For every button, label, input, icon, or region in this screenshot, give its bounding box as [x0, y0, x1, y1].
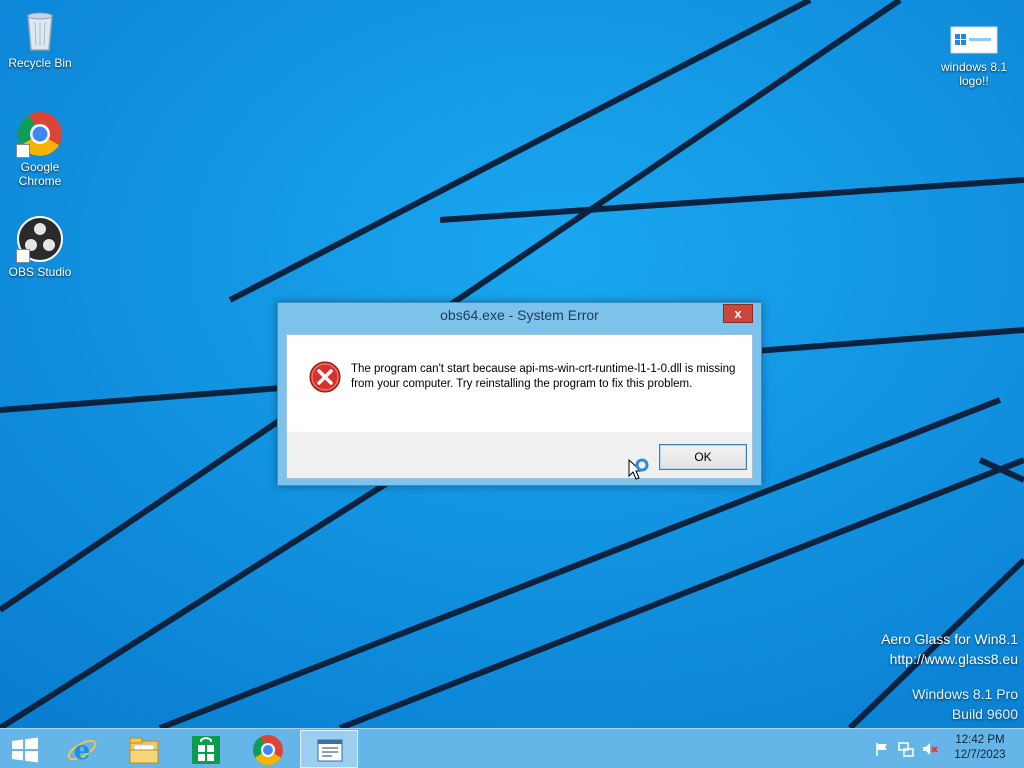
obs-icon — [16, 215, 64, 263]
desktop-icon-recycle-bin[interactable]: Recycle Bin — [0, 6, 80, 70]
desktop-icon-label: windows 8.1 logo!! — [940, 60, 1008, 88]
flag-icon[interactable] — [874, 741, 890, 757]
desktop-icon-windows-logo-image[interactable]: windows 8.1 logo!! — [934, 24, 1014, 88]
clock-time: 12:42 PM — [955, 734, 1005, 746]
chrome-icon — [252, 735, 283, 766]
volume-muted-icon[interactable] — [922, 741, 938, 757]
desktop-icon-label: Recycle Bin — [8, 56, 72, 70]
start-button[interactable] — [0, 730, 58, 768]
shortcut-arrow-icon — [16, 249, 30, 263]
error-icon — [309, 361, 341, 393]
watermark-line: Aero Glass for Win8.1 — [881, 631, 1018, 647]
taskbar-windows-store[interactable] — [176, 730, 234, 768]
image-file-icon — [950, 24, 998, 58]
taskbar-file-explorer[interactable] — [114, 730, 172, 768]
error-message: The program can't start because api-ms-w… — [351, 363, 736, 390]
os-build: Build 9600 — [951, 706, 1018, 722]
taskbar: e 12:42 PM 12/7/2023 — [0, 728, 1024, 768]
busy-cursor-icon — [628, 458, 649, 480]
network-icon[interactable] — [898, 741, 914, 757]
desktop-icon-google-chrome[interactable]: Google Chrome — [0, 110, 80, 188]
desktop-icon-label: Google Chrome — [18, 160, 62, 188]
desktop-icon-label: OBS Studio — [8, 265, 72, 279]
os-edition: Windows 8.1 Pro — [912, 686, 1018, 702]
taskbar-google-chrome[interactable] — [238, 730, 296, 768]
file-explorer-icon — [129, 737, 159, 764]
internet-explorer-icon: e — [67, 736, 97, 766]
taskbar-system-error-window[interactable] — [300, 730, 358, 768]
dialog-client-area: The program can't start because api-ms-w… — [286, 334, 753, 480]
ok-button[interactable]: OK — [659, 444, 747, 470]
aero-glass-watermark: Aero Glass for Win8.1 http://www.glass8.… — [881, 629, 1018, 669]
system-clock[interactable]: 12:42 PM 12/7/2023 — [948, 733, 1012, 763]
dialog-title: obs64.exe - System Error — [440, 307, 599, 323]
taskbar-internet-explorer[interactable]: e — [52, 730, 110, 768]
chrome-icon — [16, 110, 64, 158]
desktop-icon-obs-studio[interactable]: OBS Studio — [0, 215, 80, 279]
watermark-url: http://www.glass8.eu — [889, 651, 1018, 667]
system-error-window-icon — [317, 739, 343, 762]
windows-store-icon — [192, 736, 220, 764]
svg-text:e: e — [74, 736, 91, 766]
recycle-bin-icon — [16, 6, 64, 54]
system-error-dialog: obs64.exe - System Error x The program c… — [277, 302, 762, 486]
close-button[interactable]: x — [723, 304, 753, 323]
close-icon: x — [734, 306, 742, 321]
dialog-content: The program can't start because api-ms-w… — [287, 335, 752, 432]
clock-date: 12/7/2023 — [954, 749, 1006, 761]
shortcut-arrow-icon — [16, 144, 30, 158]
windows-start-icon — [12, 737, 38, 763]
os-version-watermark: Windows 8.1 Pro Build 9600 — [912, 684, 1018, 724]
